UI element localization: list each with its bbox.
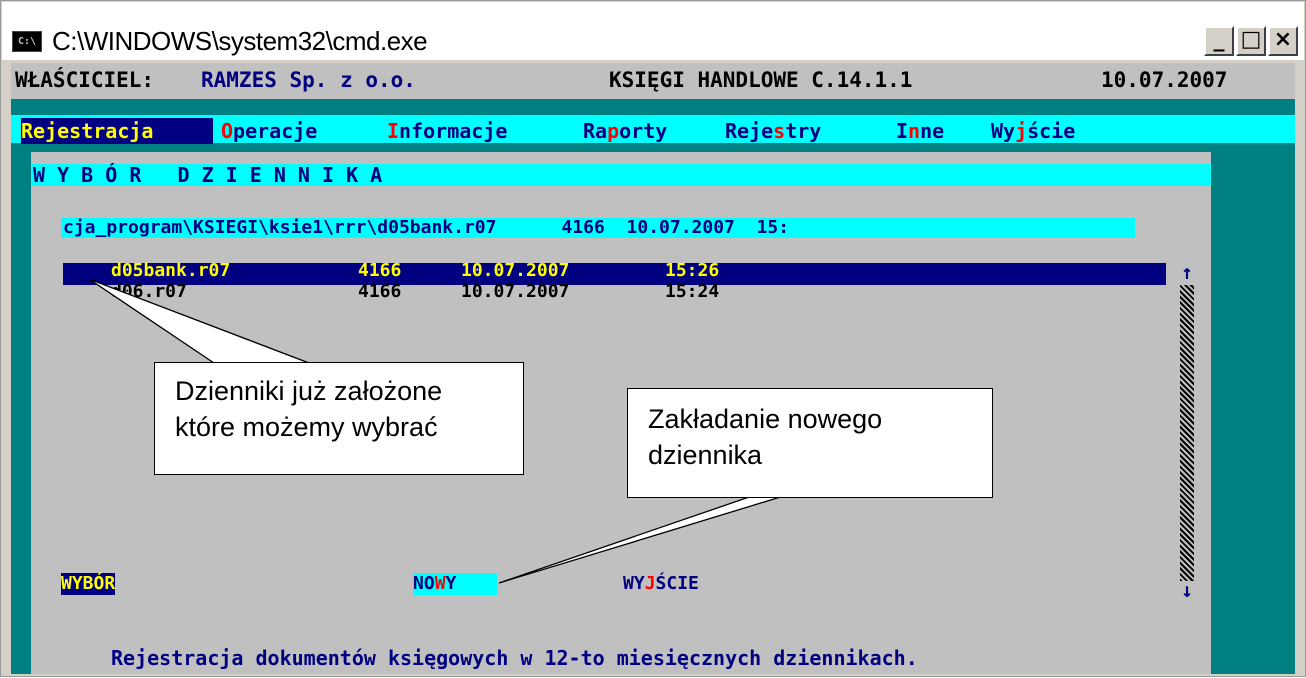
console-window: C:\ C:\WINDOWS\system32\cmd.exe _ □ × WŁ… bbox=[0, 0, 1306, 677]
pointer-existing bbox=[88, 278, 310, 364]
callout-line: Zakładanie nowego bbox=[648, 404, 883, 434]
callout-new-journal: Zakładanie nowego dziennika bbox=[627, 388, 993, 498]
callout-line: Dzienniki już założone bbox=[175, 376, 443, 406]
pointer-new bbox=[498, 494, 788, 584]
callout-line: które możemy wybrać bbox=[175, 412, 438, 442]
callout-pointers bbox=[88, 278, 788, 584]
callout-existing-journals: Dzienniki już założone które możemy wybr… bbox=[154, 362, 524, 475]
callout-line: dziennika bbox=[648, 440, 763, 470]
